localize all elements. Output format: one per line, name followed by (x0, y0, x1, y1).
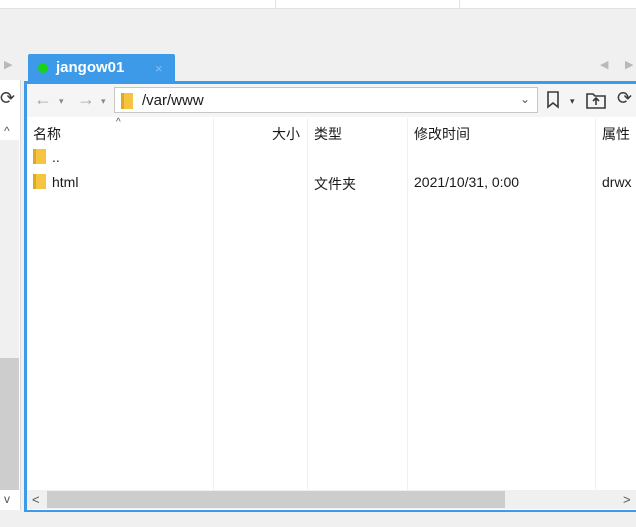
path-dropdown-icon[interactable]: ⌄ (520, 92, 530, 106)
refresh-icon[interactable]: ⟳ (617, 88, 632, 109)
bookmark-caret-icon[interactable]: ▾ (570, 96, 575, 107)
back-arrow-icon[interactable]: ← (34, 89, 52, 110)
column-header-size[interactable]: 大小 (272, 124, 300, 144)
close-tab-icon[interactable]: × (155, 61, 163, 76)
top-panel-strip (0, 0, 636, 9)
remote-file-pane (27, 84, 636, 510)
sort-ascending-icon: ^ (116, 117, 121, 128)
column-divider[interactable] (407, 118, 408, 491)
file-type: 文件夹 (314, 176, 356, 192)
parent-directory-icon[interactable] (585, 90, 607, 110)
local-scroll-up-icon[interactable]: ^ (4, 124, 10, 138)
file-name[interactable]: .. (52, 149, 60, 165)
scroll-left-icon[interactable]: < (32, 492, 40, 507)
local-scroll-down-icon[interactable]: v (4, 492, 10, 506)
local-scrollbar-thumb[interactable] (0, 358, 19, 490)
column-header-modified[interactable]: 修改时间 (414, 124, 470, 144)
column-header-type[interactable]: 类型 (314, 124, 342, 144)
connection-status-icon (38, 63, 48, 73)
file-modified: 2021/10/31, 0:00 (414, 174, 520, 190)
folder-icon (33, 149, 46, 164)
column-divider[interactable] (213, 118, 214, 491)
bottom-strip (0, 512, 636, 527)
column-header-attributes[interactable]: 属性 (602, 124, 630, 144)
left-tab-scroll-icon[interactable]: ▶ (4, 58, 12, 71)
folder-icon (121, 93, 133, 109)
forward-history-caret-icon[interactable]: ▾ (101, 96, 106, 107)
top-separator (459, 0, 460, 8)
tab-scroll-right-icon[interactable]: ▶ (625, 58, 633, 71)
folder-icon (33, 174, 46, 189)
file-attributes: drwx (602, 174, 632, 190)
forward-arrow-icon[interactable]: → (77, 89, 95, 110)
session-tab-label[interactable]: jangow01 (56, 59, 124, 76)
column-header-name[interactable]: 名称 (33, 124, 61, 144)
path-text[interactable]: /var/www (142, 92, 204, 109)
column-divider[interactable] (307, 118, 308, 491)
file-name[interactable]: html (52, 174, 78, 190)
scroll-right-icon[interactable]: > (623, 492, 631, 507)
tab-scroll-left-icon[interactable]: ◀ (600, 58, 608, 71)
column-divider[interactable] (595, 118, 596, 491)
bookmark-icon[interactable] (546, 91, 560, 109)
horizontal-scrollbar-thumb[interactable] (47, 491, 505, 508)
top-separator (275, 0, 276, 8)
local-refresh-icon[interactable]: ⟳ (0, 88, 15, 109)
back-history-caret-icon[interactable]: ▾ (59, 96, 64, 107)
